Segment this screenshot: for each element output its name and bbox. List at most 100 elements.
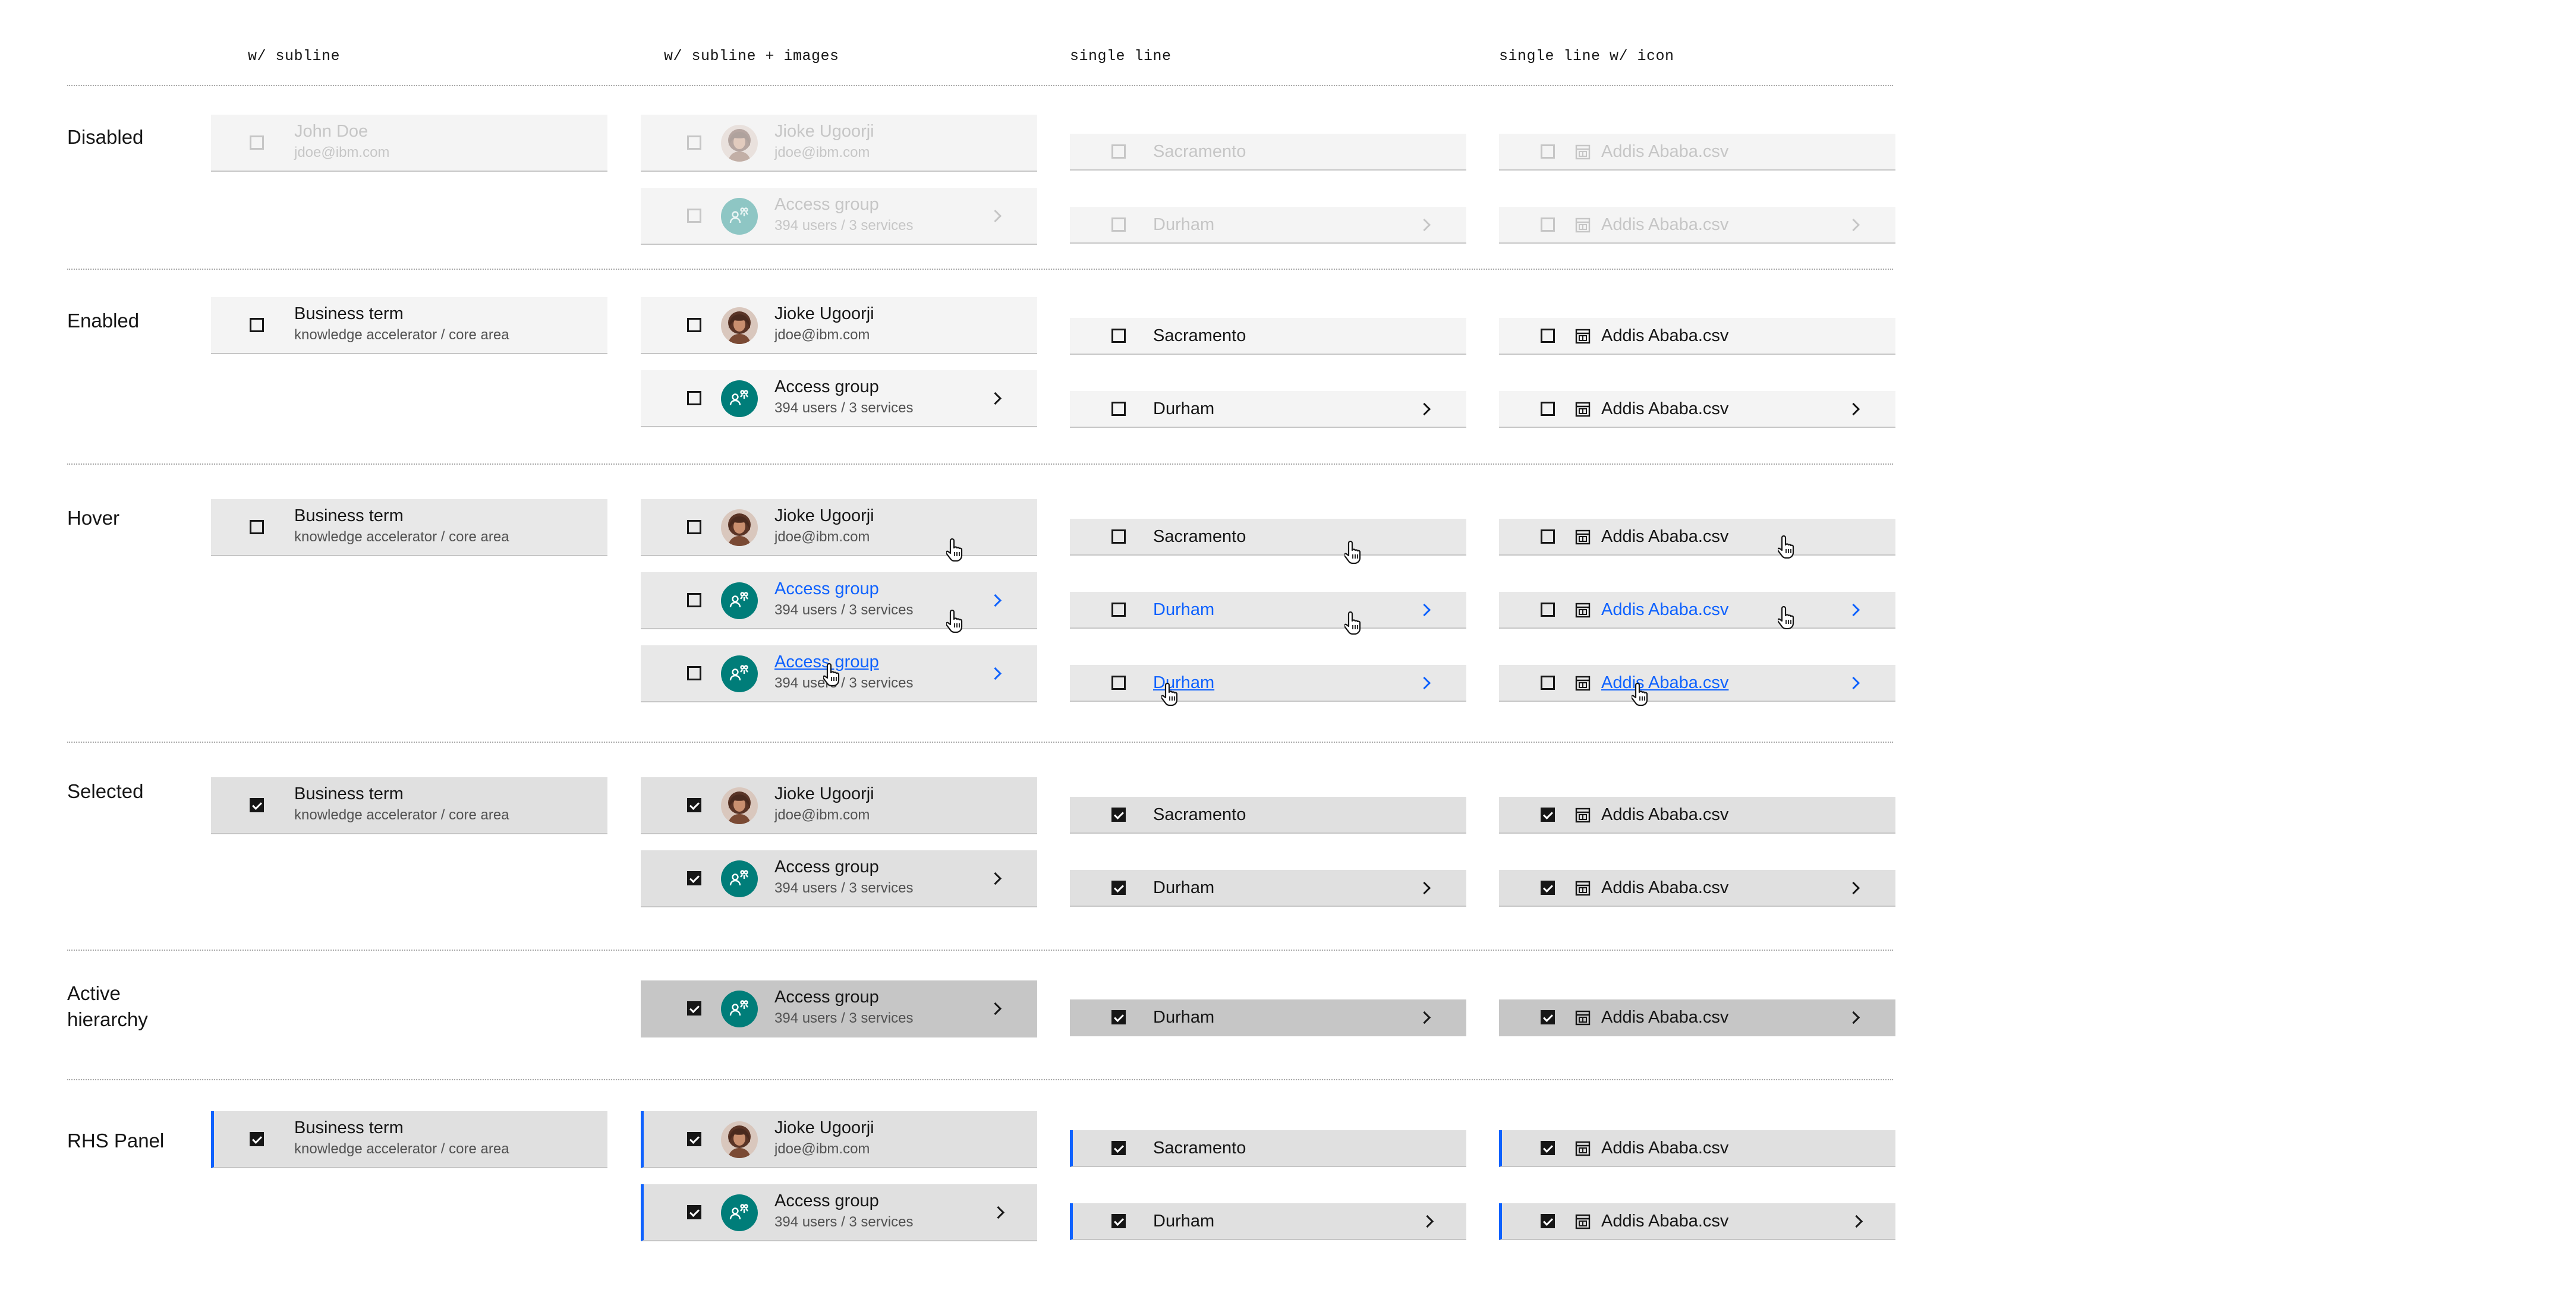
chevron-right-icon[interactable] bbox=[988, 209, 1002, 223]
list-item[interactable]: Durham bbox=[1070, 870, 1466, 907]
checkbox-icon[interactable] bbox=[1111, 808, 1126, 822]
checkbox-icon[interactable] bbox=[1541, 217, 1555, 232]
list-item[interactable]: Durham bbox=[1070, 207, 1466, 244]
chevron-right-icon[interactable] bbox=[988, 667, 1002, 680]
checkbox-icon[interactable] bbox=[687, 318, 701, 332]
list-item[interactable]: Addis Ababa.csv bbox=[1499, 797, 1895, 834]
chevron-right-icon[interactable] bbox=[1418, 881, 1431, 895]
checkbox-icon[interactable] bbox=[1111, 144, 1126, 159]
list-item[interactable]: Addis Ababa.csv bbox=[1499, 519, 1895, 556]
list-item[interactable]: Addis Ababa.csv bbox=[1499, 207, 1895, 244]
list-item[interactable]: Sacramento bbox=[1070, 134, 1466, 171]
checkbox-icon[interactable] bbox=[687, 520, 701, 534]
checkbox-icon[interactable] bbox=[1111, 881, 1126, 895]
list-item[interactable]: Addis Ababa.csv bbox=[1499, 870, 1895, 907]
list-item[interactable]: Jioke Ugoorji jdoe@ibm.com bbox=[641, 115, 1037, 172]
checkbox-icon[interactable] bbox=[687, 135, 701, 150]
list-item[interactable]: Addis Ababa.csv bbox=[1499, 665, 1895, 702]
list-item[interactable]: Access group 394 users / 3 services bbox=[641, 1184, 1037, 1241]
checkbox-icon[interactable] bbox=[687, 593, 701, 607]
checkbox-icon[interactable] bbox=[687, 1205, 701, 1219]
checkbox-icon[interactable] bbox=[1541, 603, 1555, 617]
chevron-right-icon[interactable] bbox=[1847, 1011, 1860, 1024]
chevron-right-icon[interactable] bbox=[1418, 676, 1431, 690]
list-item[interactable]: Durham bbox=[1070, 1203, 1466, 1240]
chevron-right-icon[interactable] bbox=[988, 1002, 1002, 1016]
checkbox-icon[interactable] bbox=[687, 209, 701, 223]
chevron-right-icon[interactable] bbox=[1421, 1215, 1434, 1228]
list-item[interactable]: Access group 394 users / 3 services bbox=[641, 370, 1037, 427]
list-item[interactable]: Access group 394 users / 3 services bbox=[641, 980, 1037, 1037]
list-item[interactable]: Business term knowledge accelerator / cor… bbox=[211, 499, 607, 556]
list-item[interactable]: Access group 394 users / 3 services bbox=[641, 645, 1037, 702]
list-item[interactable]: Jioke Ugoorji jdoe@ibm.com bbox=[641, 1111, 1037, 1168]
checkbox-icon[interactable] bbox=[250, 798, 264, 812]
list-item[interactable]: Business term knowledge accelerator / cor… bbox=[211, 297, 607, 354]
list-item[interactable]: Jioke Ugoorji jdoe@ibm.com bbox=[641, 499, 1037, 556]
list-item[interactable]: Access group 394 users / 3 services bbox=[641, 188, 1037, 245]
chevron-right-icon[interactable] bbox=[1847, 881, 1860, 895]
chevron-right-icon[interactable] bbox=[1847, 603, 1860, 617]
checkbox-icon[interactable] bbox=[1111, 329, 1126, 343]
checkbox-icon[interactable] bbox=[1111, 529, 1126, 544]
checkbox-icon[interactable] bbox=[1541, 676, 1555, 690]
list-item[interactable]: Addis Ababa.csv bbox=[1499, 1130, 1895, 1167]
chevron-right-icon[interactable] bbox=[988, 594, 1002, 607]
list-item[interactable]: Addis Ababa.csv bbox=[1499, 592, 1895, 629]
list-item[interactable]: Addis Ababa.csv bbox=[1499, 391, 1895, 428]
chevron-right-icon[interactable] bbox=[988, 392, 1002, 405]
list-item[interactable]: Business term knowledge accelerator / cor… bbox=[211, 1111, 607, 1168]
checkbox-icon[interactable] bbox=[687, 666, 701, 680]
list-item[interactable]: Durham bbox=[1070, 391, 1466, 428]
chevron-right-icon[interactable] bbox=[1418, 603, 1431, 617]
chevron-right-icon[interactable] bbox=[1418, 218, 1431, 232]
list-item[interactable]: Access group 394 users / 3 services bbox=[641, 850, 1037, 907]
chevron-right-icon[interactable] bbox=[1847, 402, 1860, 416]
checkbox-icon[interactable] bbox=[250, 318, 264, 332]
checkbox-icon[interactable] bbox=[1541, 402, 1555, 416]
checkbox-icon[interactable] bbox=[1541, 1010, 1555, 1024]
checkbox-icon[interactable] bbox=[1541, 808, 1555, 822]
chevron-right-icon[interactable] bbox=[1847, 676, 1860, 690]
checkbox-icon[interactable] bbox=[1541, 881, 1555, 895]
checkbox-icon[interactable] bbox=[250, 135, 264, 150]
checkbox-icon[interactable] bbox=[1111, 1010, 1126, 1024]
list-item[interactable]: Addis Ababa.csv bbox=[1499, 134, 1895, 171]
list-item[interactable]: Durham bbox=[1070, 665, 1466, 702]
checkbox-icon[interactable] bbox=[1111, 603, 1126, 617]
chevron-right-icon[interactable] bbox=[991, 1206, 1005, 1219]
checkbox-icon[interactable] bbox=[1541, 329, 1555, 343]
chevron-right-icon[interactable] bbox=[1418, 1011, 1431, 1024]
checkbox-icon[interactable] bbox=[687, 391, 701, 405]
list-item[interactable]: Business term knowledge accelerator / cor… bbox=[211, 777, 607, 834]
list-item[interactable]: Sacramento bbox=[1070, 519, 1466, 556]
chevron-right-icon[interactable] bbox=[1850, 1215, 1863, 1228]
checkbox-icon[interactable] bbox=[687, 1132, 701, 1146]
list-item[interactable]: Addis Ababa.csv bbox=[1499, 318, 1895, 355]
chevron-right-icon[interactable] bbox=[988, 872, 1002, 885]
list-item[interactable]: Sacramento bbox=[1070, 797, 1466, 834]
checkbox-icon[interactable] bbox=[687, 871, 701, 885]
checkbox-icon[interactable] bbox=[1541, 1141, 1555, 1155]
checkbox-icon[interactable] bbox=[1111, 402, 1126, 416]
list-item[interactable]: Durham bbox=[1070, 592, 1466, 629]
checkbox-icon[interactable] bbox=[1111, 676, 1126, 690]
checkbox-icon[interactable] bbox=[250, 1132, 264, 1146]
list-item[interactable]: Access group 394 users / 3 services bbox=[641, 572, 1037, 629]
list-item[interactable]: John Doe jdoe@ibm.com bbox=[211, 115, 607, 172]
list-item[interactable]: Jioke Ugoorji jdoe@ibm.com bbox=[641, 297, 1037, 354]
checkbox-icon[interactable] bbox=[687, 798, 701, 812]
chevron-right-icon[interactable] bbox=[1418, 402, 1431, 416]
checkbox-icon[interactable] bbox=[687, 1001, 701, 1016]
list-item[interactable]: Sacramento bbox=[1070, 1130, 1466, 1167]
checkbox-icon[interactable] bbox=[1541, 144, 1555, 159]
chevron-right-icon[interactable] bbox=[1847, 218, 1860, 232]
list-item[interactable]: Sacramento bbox=[1070, 318, 1466, 355]
list-item[interactable]: Jioke Ugoorji jdoe@ibm.com bbox=[641, 777, 1037, 834]
checkbox-icon[interactable] bbox=[1541, 1214, 1555, 1228]
checkbox-icon[interactable] bbox=[1111, 217, 1126, 232]
checkbox-icon[interactable] bbox=[1111, 1141, 1126, 1155]
checkbox-icon[interactable] bbox=[250, 520, 264, 534]
checkbox-icon[interactable] bbox=[1111, 1214, 1126, 1228]
list-item[interactable]: Durham bbox=[1070, 999, 1466, 1036]
